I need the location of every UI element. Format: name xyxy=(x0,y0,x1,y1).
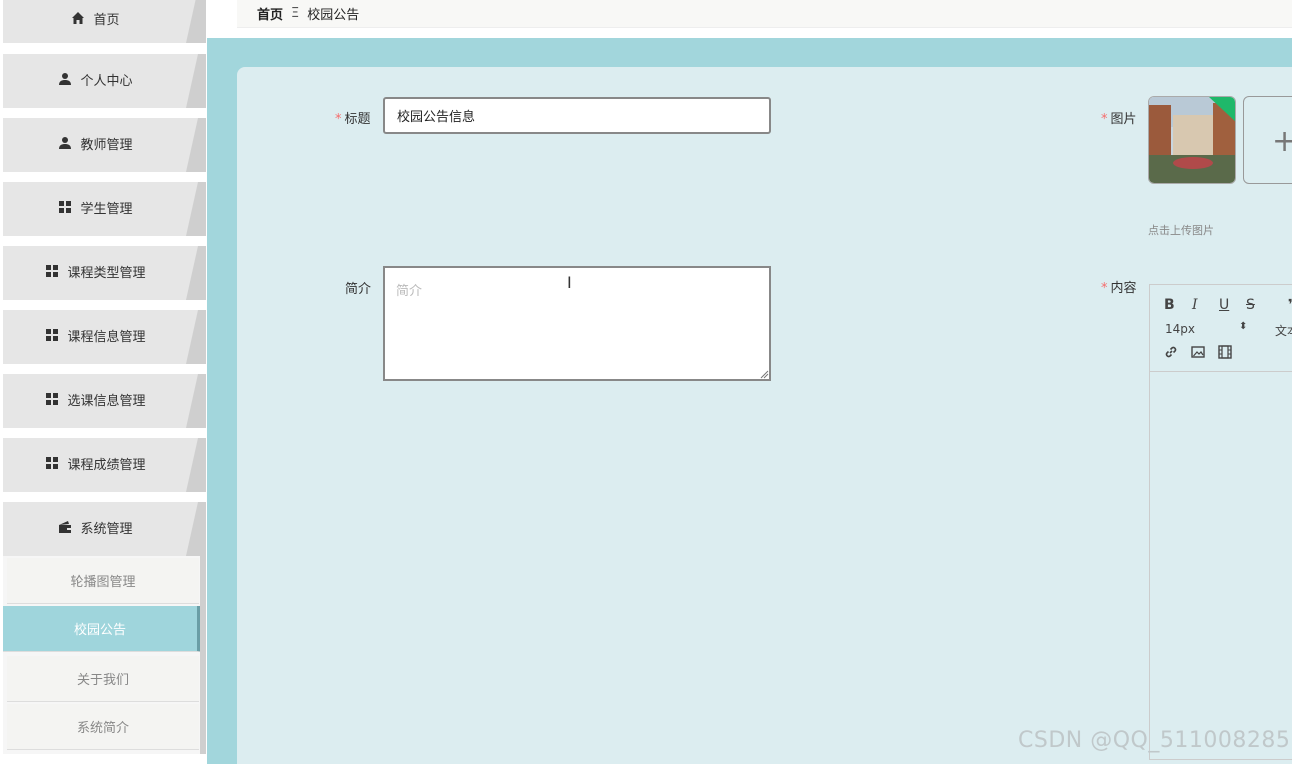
content-label: * 内容 xyxy=(1101,281,1137,296)
breadcrumb-home[interactable]: 首页 xyxy=(257,4,283,23)
text-type-select[interactable]: 文本 xyxy=(1275,322,1292,339)
submenu-scrollbar[interactable] xyxy=(200,556,206,754)
breadcrumb-current: 校园公告 xyxy=(307,8,360,23)
plus-icon: + xyxy=(1272,124,1292,159)
sidebar-item-label: 学生管理 xyxy=(80,201,133,217)
strikethrough-button[interactable]: S xyxy=(1246,297,1255,313)
editor-toolbar: B I U S ❞ 14px ⬍ 文本 xyxy=(1150,285,1292,372)
required-mark: * xyxy=(1101,281,1108,296)
system-submenu: 轮播图管理 校园公告 关于我们 系统简介 xyxy=(3,556,206,754)
grid-icon xyxy=(59,201,72,213)
user-icon xyxy=(59,137,72,149)
user-icon xyxy=(59,73,72,85)
home-icon xyxy=(72,12,85,24)
sidebar-item-label: 教师管理 xyxy=(80,137,133,153)
sidebar-item-personal-center[interactable]: 个人中心 xyxy=(3,54,206,108)
watermark: CSDN @QQ_511008285 xyxy=(1018,728,1291,753)
select-arrows-icon: ⬍ xyxy=(1239,321,1248,332)
underline-button[interactable]: U xyxy=(1219,297,1229,313)
uploaded-image-thumbnail[interactable] xyxy=(1148,96,1236,184)
link-icon[interactable] xyxy=(1164,345,1178,359)
sidebar-item-grade-management[interactable]: 课程成绩管理 xyxy=(3,438,206,492)
quote-icon[interactable]: ❞ xyxy=(1288,297,1292,313)
sidebar-item-course-type-management[interactable]: 课程类型管理 xyxy=(3,246,206,300)
title-input[interactable] xyxy=(383,97,771,134)
text-cursor-icon: I xyxy=(567,273,572,292)
submenu-item-about-us[interactable]: 关于我们 xyxy=(7,656,199,702)
sidebar-item-label: 课程信息管理 xyxy=(67,329,146,345)
font-size-select[interactable]: 14px xyxy=(1165,322,1195,336)
video-icon[interactable] xyxy=(1218,345,1232,359)
sidebar: 首页 个人中心 教师管理 学生管理 课程类型管理 课程信息管理 选课信息管理 课… xyxy=(0,0,207,764)
sidebar-item-teacher-management[interactable]: 教师管理 xyxy=(3,118,206,172)
sidebar-item-course-selection-management[interactable]: 选课信息管理 xyxy=(3,374,206,428)
sidebar-item-label: 选课信息管理 xyxy=(67,393,146,409)
grid-icon xyxy=(46,457,59,469)
sidebar-item-label: 个人中心 xyxy=(80,73,133,89)
sidebar-item-label: 系统管理 xyxy=(80,521,133,537)
sidebar-item-label: 课程成绩管理 xyxy=(67,457,146,473)
wallet-icon xyxy=(59,521,72,533)
required-mark: * xyxy=(1101,112,1108,127)
submenu-item-system-intro[interactable]: 系统简介 xyxy=(7,704,199,750)
rich-text-editor[interactable]: B I U S ❞ 14px ⬍ 文本 xyxy=(1149,284,1292,760)
sidebar-item-system-management[interactable]: 系统管理 xyxy=(3,502,206,556)
image-label: * 图片 xyxy=(1101,112,1137,127)
required-mark: * xyxy=(335,112,342,127)
upload-hint: 点击上传图片 xyxy=(1148,224,1214,237)
title-label: * 标题 xyxy=(335,112,371,127)
breadcrumb: 首页 Ξ 校园公告 xyxy=(237,0,1292,28)
sidebar-item-course-info-management[interactable]: 课程信息管理 xyxy=(3,310,206,364)
campus-photo xyxy=(1149,97,1235,183)
intro-label: 简介 xyxy=(345,282,372,297)
grid-icon xyxy=(46,393,59,405)
sidebar-item-student-management[interactable]: 学生管理 xyxy=(3,182,206,236)
sidebar-item-label: 课程类型管理 xyxy=(67,265,146,281)
submenu-item-campus-notice[interactable]: 校园公告 xyxy=(3,606,205,652)
submenu-item-carousel[interactable]: 轮播图管理 xyxy=(7,558,199,604)
intro-textarea[interactable] xyxy=(383,266,771,381)
grid-icon xyxy=(46,265,59,277)
resize-handle-icon[interactable] xyxy=(760,370,769,379)
sidebar-item-label: 首页 xyxy=(93,12,120,28)
grid-icon xyxy=(46,329,59,341)
upload-button[interactable]: + xyxy=(1243,96,1292,184)
bold-button[interactable]: B xyxy=(1164,297,1175,313)
breadcrumb-separator: Ξ xyxy=(291,6,300,21)
italic-button[interactable]: I xyxy=(1192,297,1198,313)
sidebar-item-home[interactable]: 首页 xyxy=(3,0,206,43)
form-panel xyxy=(237,67,1292,764)
image-icon[interactable] xyxy=(1191,345,1205,359)
